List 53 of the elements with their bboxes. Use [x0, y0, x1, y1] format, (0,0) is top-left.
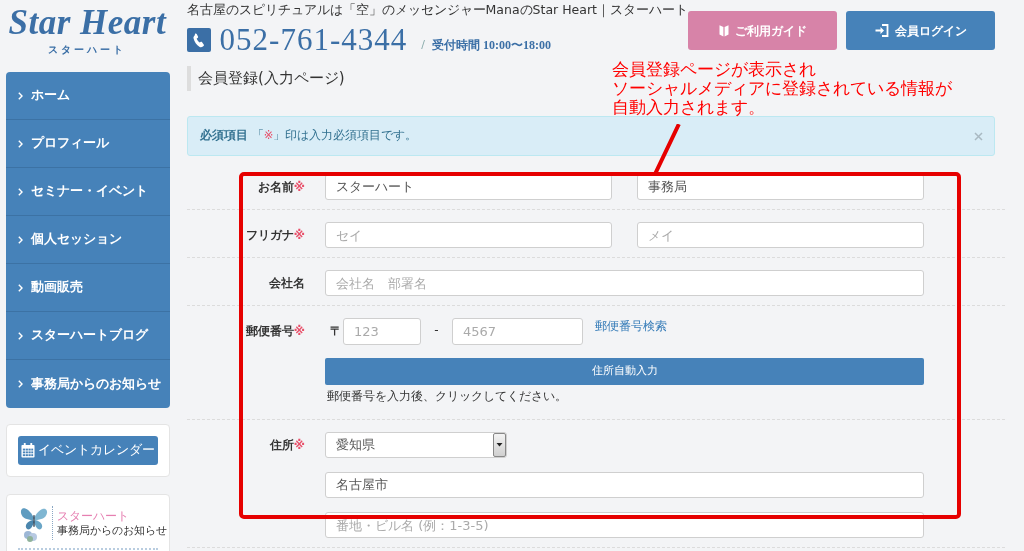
site-logo-text[interactable]: Star Heart: [8, 4, 167, 42]
chevron-icon: [18, 235, 23, 244]
field-label: フリガナ※: [244, 227, 305, 244]
nav-item[interactable]: プロフィール: [6, 120, 170, 168]
login-icon: [874, 24, 889, 37]
close-button[interactable]: [974, 131, 983, 141]
news-banner-title: スターハート: [57, 508, 130, 524]
chevron-icon: [18, 91, 23, 100]
chevron-icon: [18, 380, 23, 388]
field-label: 会社名: [268, 275, 305, 292]
field-label: お名前※: [256, 179, 305, 196]
hint-text: 郵便番号を入力後、クリックしてください。: [326, 389, 568, 403]
news-banner[interactable]: スターハート 事務局からのお知らせ: [6, 494, 170, 551]
calendar-icon: [21, 443, 35, 458]
field-label: 住所※: [268, 437, 305, 454]
login-button[interactable]: 会員ログイン: [846, 11, 995, 50]
input-field[interactable]: 事務局: [637, 174, 924, 200]
book-icon: [718, 24, 729, 37]
nav-item[interactable]: セミナー・イベント: [6, 168, 170, 216]
phone-number: 052-761-4344: [219, 24, 408, 56]
chevron-icon: [18, 139, 23, 148]
nav-item[interactable]: 事務局からのお知らせ: [6, 360, 170, 408]
close-icon: [974, 131, 983, 141]
autofill-address-button[interactable]: 住所自動入力: [325, 358, 924, 385]
chevron-icon: [18, 331, 23, 340]
nav-item[interactable]: 個人セッション: [6, 216, 170, 264]
prefecture-select[interactable]: 愛知県: [325, 432, 507, 458]
business-hours: 受付時間 10:00〜18:00: [431, 37, 551, 54]
event-calendar-button[interactable]: イベントカレンダー: [18, 436, 158, 465]
input-field[interactable]: 4567: [452, 318, 583, 345]
tagline-text: 名古屋のスピリチュアルは「空」のメッセンジャーManaのStar Heart｜スターハート: [186, 2, 688, 17]
phone-icon: [186, 28, 211, 52]
nav-item[interactable]: 動画販売: [6, 264, 170, 312]
annotation-text: 会員登録ページが表示され ソーシャルメディアに登録されている情報が 自動入力されます。: [612, 60, 952, 117]
required-notice-text: 必須項目 「※」印は入力必須項目です。: [200, 127, 418, 145]
input-field[interactable]: 123: [343, 318, 421, 345]
news-banner-subtitle: 事務局からのお知らせ: [57, 524, 167, 538]
postal-search-link[interactable]: 郵便番号検索: [595, 318, 667, 334]
chevron-icon: [18, 283, 23, 292]
input-field[interactable]: メイ: [637, 222, 924, 248]
input-field[interactable]: 会社名 部署名: [325, 270, 924, 296]
site-logo-subtitle: スターハート: [48, 44, 127, 56]
input-field[interactable]: スターハート: [325, 174, 612, 200]
input-field[interactable]: セイ: [325, 222, 612, 248]
guide-button[interactable]: ご利用ガイド: [688, 11, 837, 50]
chevron-icon: [18, 187, 23, 196]
hyphen-text: -: [433, 322, 440, 339]
nav-item[interactable]: スターハートブログ: [6, 312, 170, 360]
input-field[interactable]: 名古屋市: [325, 472, 924, 498]
nav-item[interactable]: ホーム: [6, 72, 170, 120]
field-label: 郵便番号※: [244, 323, 305, 340]
separator-slash: /: [421, 36, 425, 53]
postal-mark: 〒: [329, 323, 343, 340]
